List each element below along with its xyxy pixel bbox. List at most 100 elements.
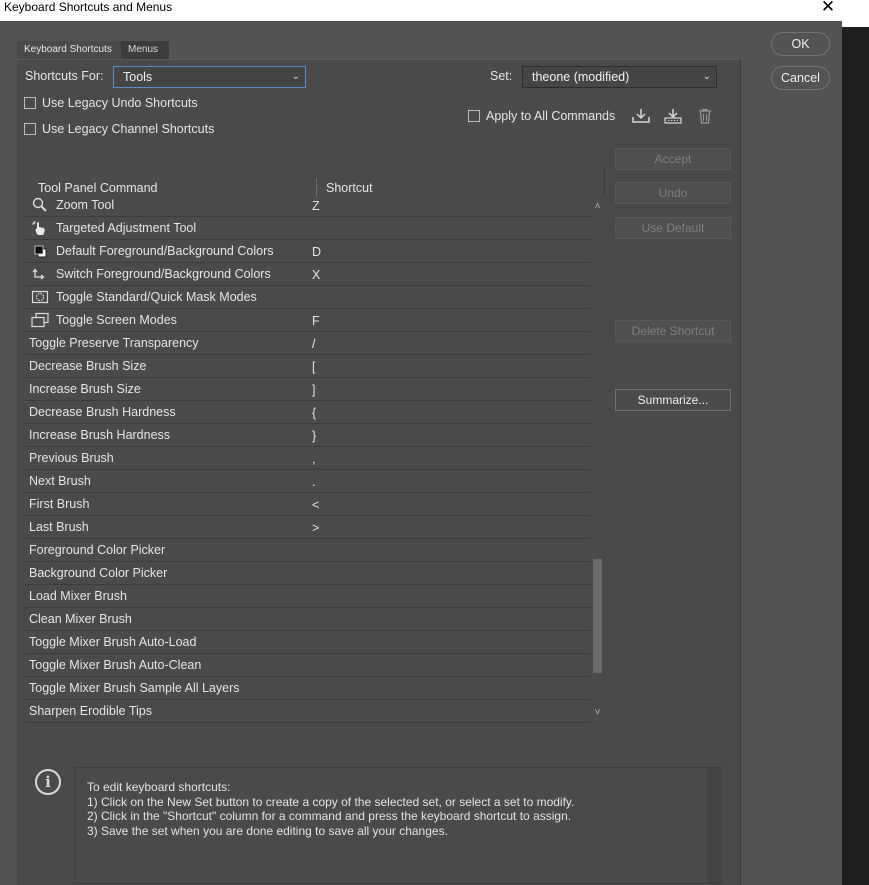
zoom-tool-icon	[31, 197, 49, 213]
new-set-icon[interactable]	[664, 108, 682, 124]
accept-button[interactable]: Accept	[615, 148, 731, 170]
command-name: Toggle Screen Modes	[56, 313, 177, 327]
shortcut-key[interactable]: F	[312, 314, 320, 328]
legacy-undo-label: Use Legacy Undo Shortcuts	[42, 96, 198, 110]
table-scrollbar[interactable]: ˄ ˅	[590, 197, 605, 723]
use-default-button[interactable]: Use Default	[615, 217, 731, 239]
undo-button[interactable]: Undo	[615, 182, 731, 204]
column-header-shortcut[interactable]: Shortcut	[326, 181, 373, 195]
table-row[interactable]: Toggle Standard/Quick Mask Modes	[25, 286, 590, 309]
close-icon[interactable]: ✕	[818, 0, 838, 16]
table-row[interactable]: Decrease Brush Hardness {	[25, 401, 590, 424]
table-row[interactable]: Load Mixer Brush	[25, 585, 590, 608]
command-name: Zoom Tool	[56, 198, 115, 212]
command-name: Load Mixer Brush	[29, 589, 127, 603]
shortcut-key[interactable]: /	[312, 337, 315, 351]
window-title: Keyboard Shortcuts and Menus	[4, 0, 173, 14]
table-row[interactable]: Foreground Color Picker	[25, 539, 590, 562]
table-row[interactable]: Toggle Mixer Brush Auto-Load	[25, 631, 590, 654]
shortcuts-for-value: Tools	[123, 70, 153, 84]
table-row[interactable]: Targeted Adjustment Tool	[25, 217, 590, 240]
shortcut-key[interactable]: [	[312, 360, 315, 374]
default-colors-icon	[31, 243, 49, 259]
command-name: Default Foreground/Background Colors	[56, 244, 274, 258]
table-row[interactable]: Toggle Mixer Brush Sample All Layers	[25, 677, 590, 700]
save-set-icon[interactable]	[632, 108, 650, 124]
table-row[interactable]: Increase Brush Size]	[25, 378, 590, 401]
column-header-command[interactable]: Tool Panel Command	[38, 181, 158, 195]
info-text: To edit keyboard shortcuts: 1) Click on …	[87, 780, 575, 838]
command-name: Last Brush	[29, 520, 89, 534]
command-name: Decrease Brush Size	[29, 359, 147, 373]
shortcut-key[interactable]: ,	[312, 452, 315, 466]
shortcut-key[interactable]: {	[312, 406, 316, 420]
set-select[interactable]: theone (modified) ⌄	[522, 66, 717, 88]
table-row[interactable]: Previous Brush,	[25, 447, 590, 470]
info-box: To edit keyboard shortcuts: 1) Click on …	[74, 767, 722, 884]
tab-keyboard-shortcuts[interactable]: Keyboard Shortcuts	[17, 41, 121, 59]
shortcut-key[interactable]: ]	[312, 383, 315, 397]
legacy-channel-checkbox[interactable]	[24, 123, 36, 135]
table-row[interactable]: Default Foreground/Background Colors D	[25, 240, 590, 263]
chevron-down-icon: ⌄	[291, 71, 300, 82]
shortcut-key[interactable]: <	[312, 498, 319, 512]
command-name: Increase Brush Size	[29, 382, 141, 396]
table-row[interactable]: Decrease Brush Size [	[25, 355, 590, 378]
summarize-button[interactable]: Summarize...	[615, 389, 731, 411]
shortcuts-for-label: Shortcuts For:	[25, 69, 104, 83]
command-name: Decrease Brush Hardness	[29, 405, 176, 419]
shortcut-key[interactable]: .	[312, 475, 315, 489]
command-table: Zoom Tool Z Targeted Adjustment Tool Defaul…	[25, 197, 590, 723]
table-row[interactable]: Toggle Mixer Brush Auto-Clean	[25, 654, 590, 677]
title-bar: Keyboard Shortcuts and Menus ✕	[0, 0, 842, 21]
legacy-channel-label: Use Legacy Channel Shortcuts	[42, 122, 215, 136]
shortcut-key[interactable]: Z	[312, 199, 320, 213]
screen-modes-icon	[31, 312, 49, 328]
table-row[interactable]: Background Color Picker	[25, 562, 590, 585]
delete-shortcut-button[interactable]: Delete Shortcut	[615, 320, 731, 342]
command-name: Next Brush	[29, 474, 91, 488]
info-icon: i	[35, 769, 61, 795]
command-name: Increase Brush Hardness	[29, 428, 171, 442]
info-scrollbar[interactable]	[707, 768, 722, 883]
targeted-adjustment-icon	[31, 220, 49, 236]
apply-all-checkbox[interactable]	[468, 110, 480, 122]
table-row[interactable]: Next Brush.	[25, 470, 590, 493]
table-row[interactable]: Clean Mixer Brush	[25, 608, 590, 631]
legacy-undo-checkbox[interactable]	[24, 97, 36, 109]
table-row[interactable]: Toggle Screen Modes F	[25, 309, 590, 332]
set-value: theone (modified)	[532, 70, 630, 84]
ok-button[interactable]: OK	[771, 32, 830, 56]
tab-menus[interactable]: Menus	[121, 41, 169, 59]
apply-all-label: Apply to All Commands	[486, 109, 616, 123]
shortcut-key[interactable]: }	[312, 429, 316, 443]
shortcut-key[interactable]: X	[312, 268, 320, 282]
shortcuts-for-select[interactable]: Tools ⌄	[113, 66, 306, 88]
table-row[interactable]: Zoom Tool Z	[25, 197, 590, 217]
table-row[interactable]: Switch Foreground/Background Colors X	[25, 263, 590, 286]
command-name: Clean Mixer Brush	[29, 612, 132, 626]
command-name: Toggle Mixer Brush Auto-Load	[29, 635, 197, 649]
table-row[interactable]: Last Brush >	[25, 516, 590, 539]
cancel-button[interactable]: Cancel	[771, 66, 830, 90]
table-row[interactable]: Increase Brush Hardness}	[25, 424, 590, 447]
chevron-down-icon: ⌄	[702, 71, 711, 82]
command-name: Targeted Adjustment Tool	[56, 221, 197, 235]
shortcut-key[interactable]: D	[312, 245, 321, 259]
command-name: First Brush	[29, 497, 90, 511]
delete-set-icon[interactable]	[696, 108, 714, 124]
table-row[interactable]: First Brush <	[25, 493, 590, 516]
command-name: Foreground Color Picker	[29, 543, 166, 557]
table-row[interactable]: Sharpen Erodible Tips	[25, 700, 590, 723]
command-name: Toggle Mixer Brush Auto-Clean	[29, 658, 202, 672]
scroll-thumb[interactable]	[593, 559, 602, 673]
scroll-up-icon[interactable]: ˄	[592, 201, 603, 212]
command-name: Background Color Picker	[29, 566, 168, 580]
command-name: Toggle Standard/Quick Mask Modes	[56, 290, 257, 304]
command-name: Previous Brush	[29, 451, 114, 465]
shortcut-key[interactable]: >	[312, 521, 319, 535]
command-name: Sharpen Erodible Tips	[29, 704, 152, 718]
scroll-down-icon[interactable]: ˅	[592, 707, 603, 718]
table-row[interactable]: Toggle Preserve Transparency /	[25, 332, 590, 355]
command-name: Switch Foreground/Background Colors	[56, 267, 271, 281]
